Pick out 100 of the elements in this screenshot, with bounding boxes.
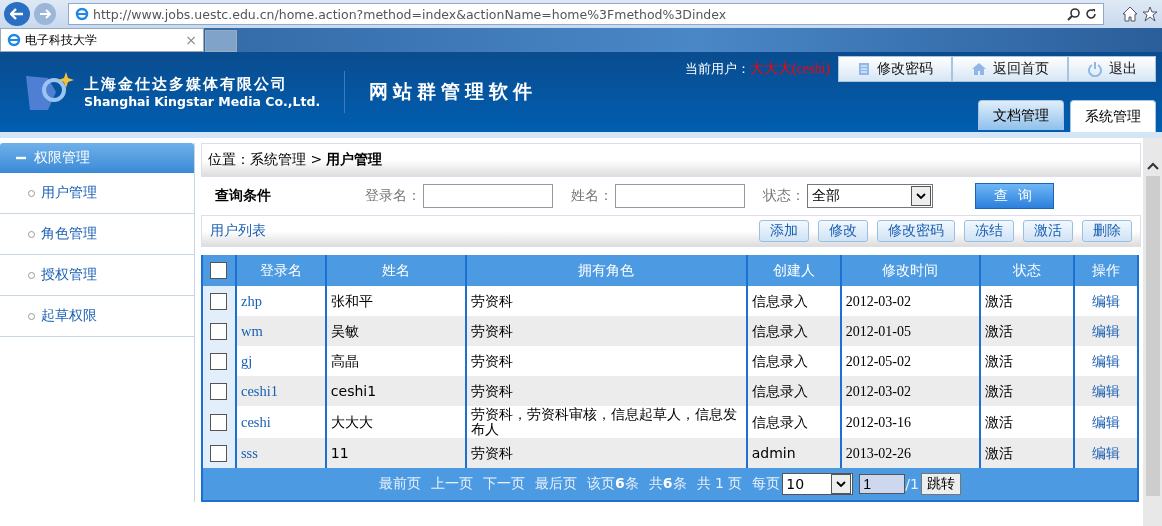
table-cell: 信息录入	[751, 352, 808, 369]
table-cell: 2013-02-26	[845, 445, 911, 461]
toolbar-button[interactable]: 冻结	[964, 220, 1014, 242]
column-header: 创建人	[746, 255, 841, 286]
company-name: 上海金仕达多媒体有限公司	[84, 75, 289, 94]
table-cell: 劳资科，劳资科审核，信息起草人，信息发布人	[470, 406, 737, 437]
row-checkbox[interactable]	[210, 292, 228, 310]
table-cell: 激活	[985, 382, 1014, 399]
table-cell: 劳资科	[470, 444, 513, 461]
module-tab[interactable]: 文档管理	[978, 100, 1064, 130]
home-icon	[971, 62, 987, 76]
current-user-label: 当前用户：大大大(ceshi)	[684, 60, 830, 78]
caret-icon	[916, 193, 926, 199]
table-cell: 激活	[985, 292, 1014, 309]
table-cell: 激活	[985, 413, 1014, 430]
table-cell: 信息录入	[751, 292, 808, 309]
power-icon	[1087, 61, 1103, 77]
module-tab[interactable]: 系统管理	[1070, 100, 1156, 132]
page-field[interactable]: 1	[859, 474, 906, 494]
home-icon[interactable]	[1122, 6, 1138, 22]
sidebar-title: 权限管理	[34, 149, 90, 167]
table-cell: 11	[330, 444, 349, 461]
breadcrumb: 位置：系统管理 > 用户管理	[201, 143, 1141, 177]
login-name-link[interactable]: sss	[240, 444, 258, 461]
table-cell: 信息录入	[751, 382, 808, 399]
close-tab-button[interactable]: ×	[185, 32, 197, 48]
back-button[interactable]	[4, 2, 30, 26]
table-cell: 劳资科	[470, 352, 513, 369]
toolbar-button[interactable]: 激活	[1023, 220, 1073, 242]
table-cell: 2012-03-02	[845, 293, 911, 309]
table-cell: 劳资科	[470, 322, 513, 339]
browser-logo-icon	[75, 7, 89, 21]
list-title: 用户列表	[210, 222, 267, 240]
name-label: 姓名：	[571, 187, 613, 205]
login-name-link[interactable]: zhp	[240, 292, 262, 309]
table-cell: 吴敏	[330, 322, 359, 339]
table-cell: 大大大	[330, 413, 373, 430]
column-header: 操作	[1074, 255, 1138, 286]
table-cell: 2012-03-02	[845, 383, 911, 399]
caret-icon	[836, 481, 847, 487]
row-checkbox[interactable]	[210, 322, 228, 340]
header-button[interactable]: 修改密码	[838, 56, 952, 82]
table-cell: 2012-03-16	[845, 414, 911, 430]
column-header: 状态	[980, 255, 1075, 286]
table-cell: 激活	[985, 352, 1014, 369]
table-cell: ceshi1	[330, 382, 377, 399]
column-header: 姓名	[325, 255, 466, 286]
header-button[interactable]: 退出	[1068, 56, 1156, 82]
document-icon	[857, 62, 871, 76]
login-name-link[interactable]: wm	[240, 322, 263, 339]
table-cell: 劳资科	[470, 382, 513, 399]
toolbar-button[interactable]: 添加	[759, 220, 809, 242]
edit-link[interactable]: 编辑	[1092, 413, 1121, 430]
table-cell: 劳资科	[470, 292, 513, 309]
column-header: 登录名	[235, 255, 326, 286]
table-cell: 高晶	[330, 352, 359, 369]
login-name-label: 登录名：	[365, 187, 421, 205]
row-checkbox[interactable]	[210, 382, 228, 400]
per-page-dropdown[interactable]: 10	[782, 473, 854, 495]
toolbar-button[interactable]: 修改密码	[877, 220, 955, 242]
refresh-icon[interactable]	[1085, 8, 1097, 20]
tab-title: 电子科技大学	[25, 31, 98, 49]
status-dropdown[interactable]: 全部	[807, 184, 933, 208]
pager-info: 共6条	[648, 475, 687, 493]
table-cell: 激活	[985, 444, 1014, 461]
toolbar-button[interactable]: 修改	[818, 220, 868, 242]
query-title: 查询条件	[215, 187, 272, 205]
table-cell: 激活	[985, 322, 1014, 339]
browser-tab[interactable]: 电子科技大学 ×	[0, 28, 204, 52]
row-checkbox[interactable]	[210, 352, 228, 370]
table-cell: admin	[751, 444, 796, 461]
edit-link[interactable]: 编辑	[1092, 292, 1121, 309]
pager-info: 共 1 页	[696, 475, 743, 493]
row-checkbox[interactable]	[210, 444, 228, 462]
select-all-checkbox[interactable]	[210, 262, 228, 280]
total-pages: /1	[905, 476, 919, 492]
table-cell: 张和平	[330, 292, 373, 309]
login-name-link[interactable]: ceshi	[240, 413, 271, 430]
table-cell: 2012-01-05	[845, 323, 911, 339]
table-cell: 信息录入	[751, 322, 808, 339]
status-label: 状态：	[763, 187, 805, 205]
edit-link[interactable]: 编辑	[1092, 352, 1121, 369]
scrollbar[interactable]	[1143, 138, 1162, 526]
table-cell: 信息录入	[751, 413, 808, 430]
row-checkbox[interactable]	[210, 413, 228, 431]
url-text: http://www.jobs.uestc.edu.cn/home.action?method=index&actionName=home%3Fmethod%3Dindex	[93, 6, 728, 22]
toolbar-button[interactable]: 删除	[1082, 220, 1132, 242]
star-icon[interactable]	[1142, 6, 1158, 22]
login-name-link[interactable]: gj	[240, 352, 253, 369]
jump-button[interactable]: 跳转	[920, 473, 961, 495]
header-button[interactable]: 返回首页	[952, 56, 1068, 82]
forward-arrow-icon	[39, 9, 51, 19]
browser-logo-icon	[7, 33, 21, 47]
company-english-name: Shanghai Kingstar Media Co.,Ltd.	[84, 94, 321, 109]
address-bar[interactable]: http://www.jobs.uestc.edu.cn/home.action?method=index&actionName=home%3Fmethod%3Dindex	[68, 3, 1104, 25]
name-field[interactable]	[615, 184, 745, 208]
login-name-field[interactable]	[423, 184, 553, 208]
table-cell: 2012-05-02	[845, 353, 911, 369]
search-icon[interactable]	[1067, 7, 1081, 21]
product-title: 网站群管理软件	[369, 79, 538, 104]
